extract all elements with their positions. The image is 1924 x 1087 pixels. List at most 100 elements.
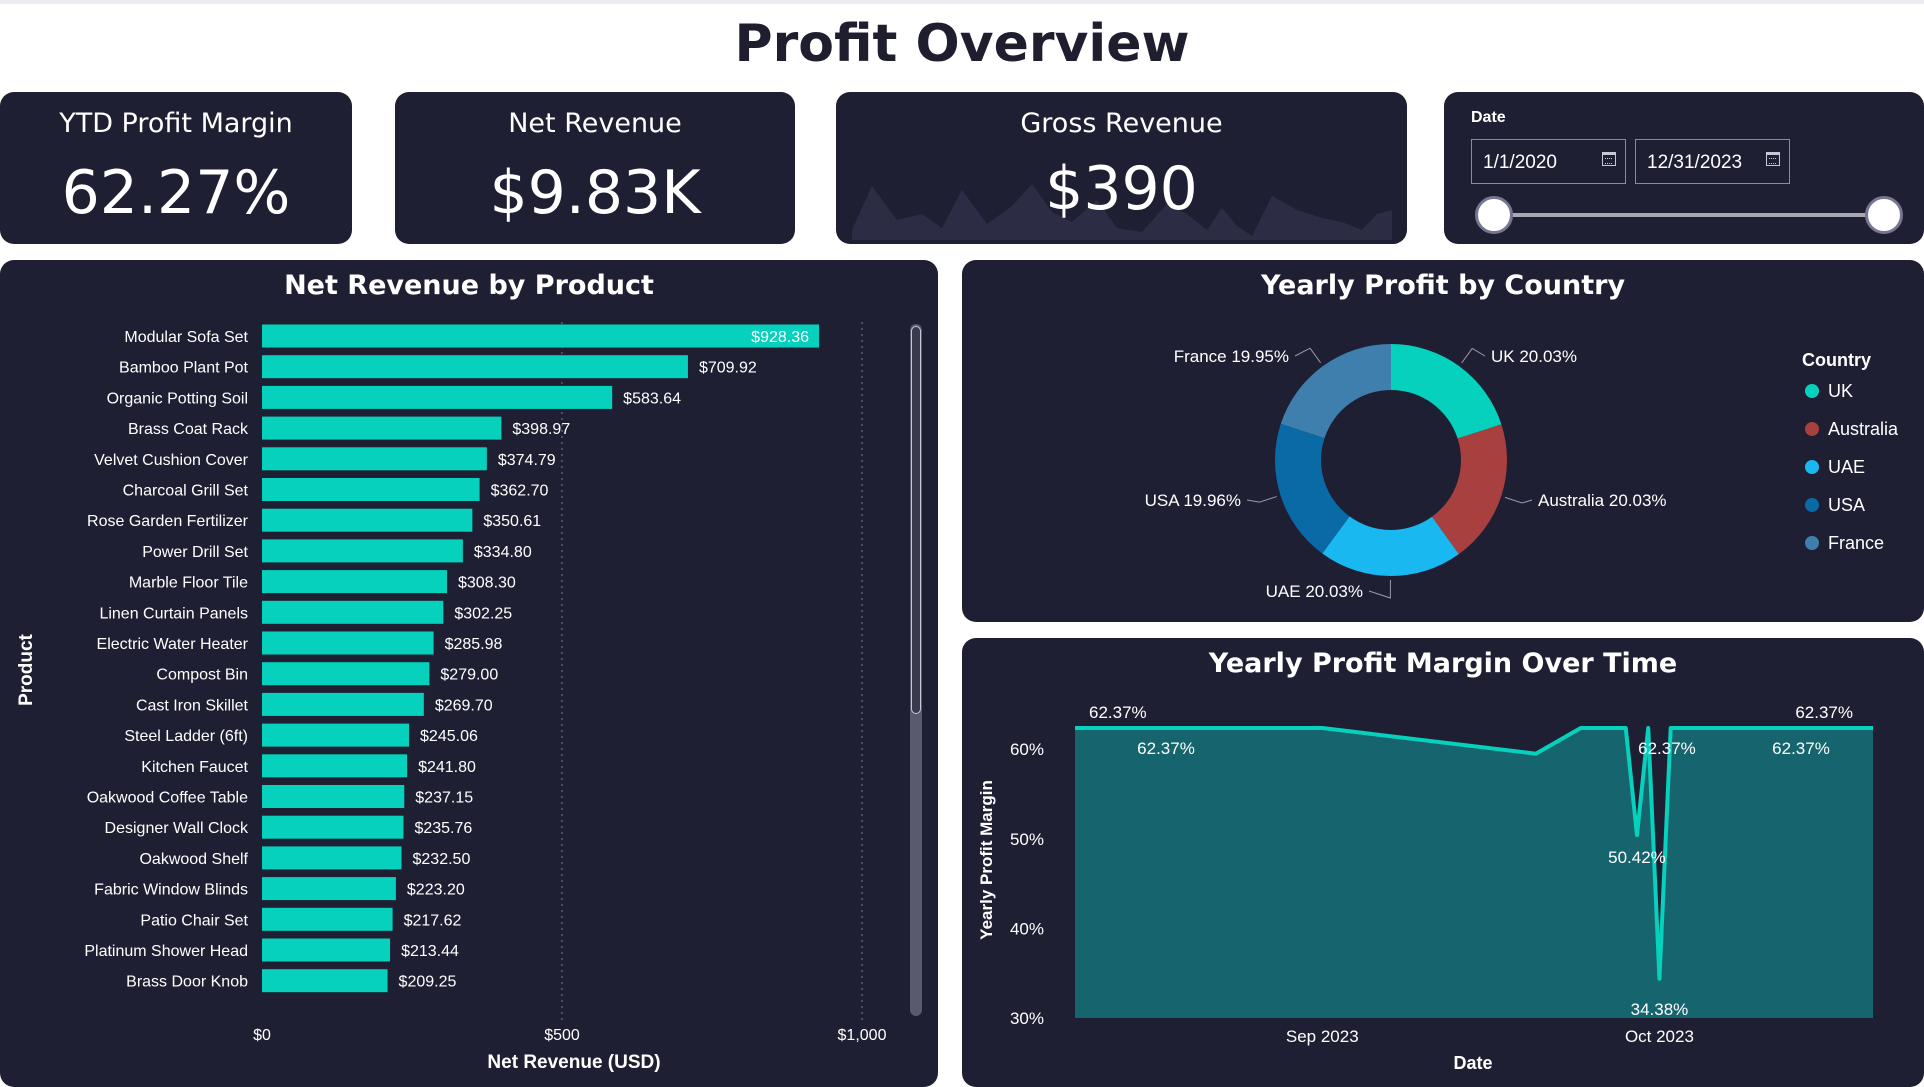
bar — [262, 324, 820, 348]
end-date-input[interactable]: 12/31/2023 — [1635, 139, 1790, 184]
legend-label: UAE — [1828, 457, 1866, 477]
data-label: $232.50 — [413, 851, 471, 868]
bar — [262, 570, 447, 594]
data-label: $308.30 — [458, 575, 516, 592]
data-label: $583.64 — [623, 390, 681, 407]
x-tick-label: $1,000 — [838, 1027, 887, 1044]
gross-revenue-card[interactable]: Gross Revenue $390 — [836, 92, 1407, 244]
page-title: Profit Overview — [734, 14, 1190, 74]
date-filter-label: Date — [1471, 109, 1506, 126]
donut-slice — [1391, 344, 1502, 439]
y-tick-label: Compost Bin — [156, 667, 248, 684]
bar — [262, 355, 688, 379]
bar — [262, 539, 463, 563]
y-tick-label: Rose Garden Fertilizer — [87, 513, 249, 530]
x-tick-label: $500 — [544, 1027, 580, 1044]
y-tick-label: Electric Water Heater — [97, 636, 249, 653]
legend-marker — [1805, 422, 1819, 436]
leader-line — [1368, 579, 1391, 599]
y-axis-title: Yearly Profit Margin — [977, 780, 996, 940]
yearly-profit-by-country-panel: Yearly Profit by Country UK 20.03% Austra… — [962, 260, 1924, 622]
bar — [262, 969, 388, 993]
data-label: $241.80 — [418, 759, 476, 776]
data-label: 34.38% — [1631, 1000, 1689, 1019]
profit-margin-over-time-panel: Yearly Profit Margin Over Time Yearly Pr… — [962, 638, 1924, 1087]
y-tick-label: Bamboo Plant Pot — [119, 360, 249, 377]
y-tick-label: Fabric Window Blinds — [94, 882, 248, 899]
date-range-end-handle[interactable] — [1865, 196, 1903, 234]
bar — [262, 447, 487, 471]
leader-line — [1461, 347, 1486, 364]
data-label: $928.36 — [751, 329, 809, 346]
area-fill — [1075, 728, 1873, 1018]
y-tick-label: Kitchen Faucet — [141, 759, 248, 776]
start-date-input[interactable]: 1/1/2020 — [1471, 139, 1626, 184]
data-label: $362.70 — [491, 483, 549, 500]
slice-label: USA 19.96% — [1145, 491, 1241, 510]
legend-item-australia[interactable]: Australia — [1802, 419, 1898, 457]
date-filter-card: Date 1/1/2020 12/31/2023 — [1444, 92, 1924, 244]
net-revenue-bar-chart: Product Net Revenue (USD) $0 $500 $1,000 Mo… — [16, 322, 887, 1073]
y-tick-label: Velvet Cushion Cover — [94, 452, 249, 469]
chart-scrollbar[interactable] — [910, 324, 922, 1016]
legend-item-usa[interactable]: USA — [1802, 495, 1898, 533]
y-tick-label: Modular Sofa Set — [124, 329, 248, 346]
y-axis-title: Product — [16, 633, 37, 705]
calendar-icon[interactable] — [1602, 152, 1616, 166]
bar — [262, 692, 424, 716]
bar — [262, 815, 404, 839]
data-label: 62.37% — [1795, 703, 1853, 722]
legend-item-uae[interactable]: UAE — [1802, 457, 1898, 495]
bar — [262, 416, 502, 440]
net-revenue-by-product-panel: Net Revenue by Product Product Net Reven… — [0, 260, 938, 1087]
bar — [262, 938, 391, 962]
data-label: $213.44 — [401, 943, 459, 960]
legend-item-uk[interactable]: UK — [1802, 381, 1898, 419]
date-range-start-handle[interactable] — [1475, 196, 1513, 234]
leader-line — [1504, 496, 1533, 504]
y-tick-label: 50% — [1010, 830, 1044, 849]
leader-line — [1294, 347, 1322, 364]
y-tick-label: Brass Door Knob — [126, 974, 248, 991]
data-label: $217.62 — [404, 912, 462, 929]
x-axis-title: Date — [1453, 1053, 1492, 1073]
data-label: 62.37% — [1089, 703, 1147, 722]
bar — [262, 907, 393, 931]
data-label: $398.97 — [512, 421, 570, 438]
leader-line — [1246, 496, 1277, 503]
kpi-value: 62.27% — [61, 158, 291, 228]
data-label: $223.20 — [407, 882, 465, 899]
bar — [262, 754, 408, 778]
kpi-label: Gross Revenue — [1020, 108, 1223, 139]
x-axis-title: Net Revenue (USD) — [487, 1052, 660, 1073]
start-date-value: 1/1/2020 — [1483, 152, 1557, 173]
bar — [262, 846, 402, 870]
data-label: $334.80 — [474, 544, 532, 561]
legend-marker — [1805, 460, 1819, 474]
data-label: $709.92 — [699, 360, 757, 377]
y-tick-label: Brass Coat Rack — [128, 421, 249, 438]
bar — [262, 600, 444, 624]
y-tick-label: Charcoal Grill Set — [123, 483, 249, 500]
data-label: $285.98 — [445, 636, 503, 653]
x-tick-label: Oct 2023 — [1625, 1027, 1694, 1046]
bar — [262, 723, 410, 747]
end-date-value: 12/31/2023 — [1647, 152, 1743, 173]
legend-label: Australia — [1828, 419, 1899, 439]
legend-item-france[interactable]: France — [1802, 533, 1898, 571]
ytd-profit-margin-card[interactable]: YTD Profit Margin 62.27% — [0, 92, 352, 244]
donut-slice — [1280, 344, 1391, 439]
bar — [262, 508, 473, 532]
bar — [262, 877, 396, 901]
data-label: $302.25 — [454, 605, 512, 622]
net-revenue-card[interactable]: Net Revenue $9.83K — [395, 92, 795, 244]
calendar-icon[interactable] — [1766, 152, 1780, 166]
country-legend: Country UK Australia UAE USA France — [1802, 350, 1898, 571]
data-label: $245.06 — [420, 728, 478, 745]
date-range-slider-track[interactable] — [1494, 213, 1884, 217]
data-label: $269.70 — [435, 697, 493, 714]
slice-label: UK 20.03% — [1491, 347, 1577, 366]
chart-scroll-thumb[interactable] — [911, 326, 921, 714]
y-tick-label: Marble Floor Tile — [129, 575, 248, 592]
data-label: $237.15 — [415, 790, 473, 807]
